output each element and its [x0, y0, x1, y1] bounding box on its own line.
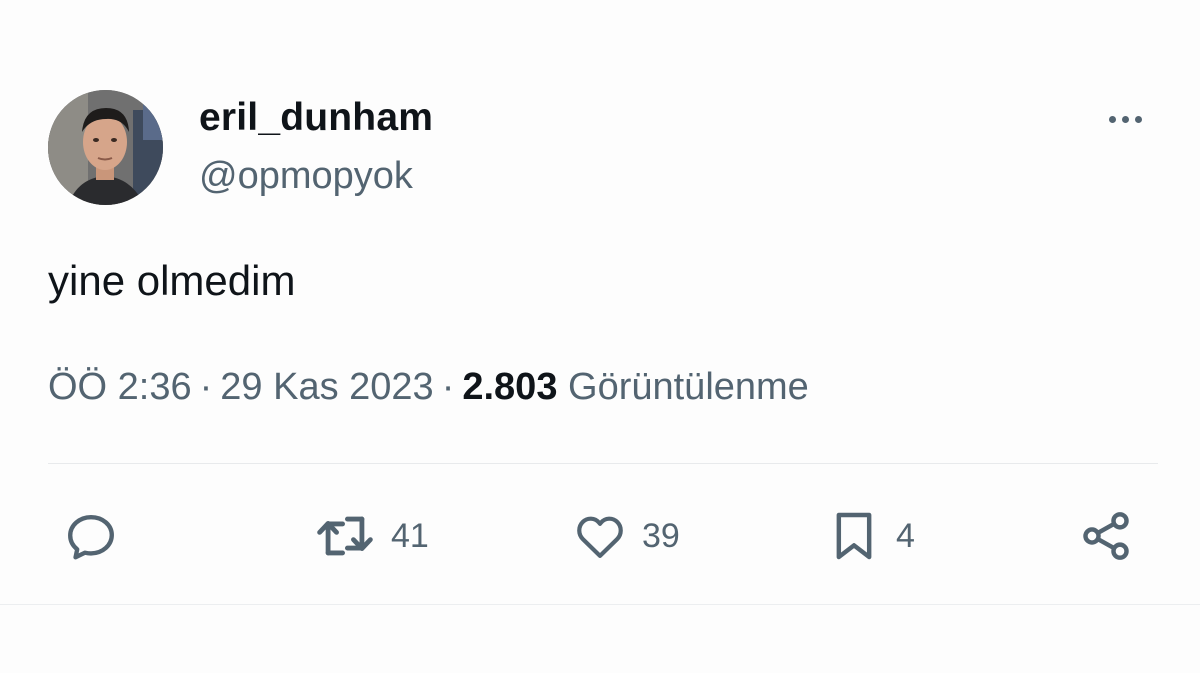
views-label: Görüntülenme [568, 366, 809, 408]
reply-icon [68, 514, 114, 560]
share-icon [1083, 512, 1129, 560]
retweet-count: 41 [391, 516, 429, 555]
tweet-date[interactable]: 29 Kas 2023 [220, 366, 433, 408]
retweet-icon [317, 516, 373, 556]
divider [48, 463, 1158, 464]
bottom-divider [0, 604, 1200, 605]
tweet-card: eril_dunham @opmopyok yine olmedim ÖÖ 2:… [0, 0, 1200, 673]
like-count: 39 [642, 516, 680, 555]
heart-icon [577, 516, 623, 558]
tweet-time[interactable]: ÖÖ 2:36 [48, 366, 192, 408]
more-dot-icon [1121, 115, 1129, 123]
author-display-name[interactable]: eril_dunham [199, 96, 433, 140]
bookmark-button[interactable]: 4 [826, 505, 915, 567]
more-options-button[interactable] [1100, 104, 1150, 134]
bookmark-icon [836, 512, 872, 560]
retweet-button[interactable]: 41 [313, 505, 429, 567]
avatar[interactable] [48, 90, 163, 205]
meta-separator: · [199, 366, 213, 408]
reply-button[interactable] [62, 505, 120, 567]
more-dot-icon [1134, 115, 1142, 123]
views-count: 2.803 [462, 366, 558, 408]
tweet-text: yine olmedim [48, 257, 296, 304]
share-button[interactable] [1078, 505, 1134, 567]
like-button[interactable]: 39 [572, 505, 680, 567]
avatar-image [48, 90, 163, 205]
more-dot-icon [1108, 115, 1116, 123]
tweet-meta: ÖÖ 2:36 · 29 Kas 2023 · 2.803 Görüntülenme [48, 366, 809, 409]
bookmark-count: 4 [896, 516, 915, 555]
meta-separator: · [441, 366, 455, 408]
author-handle[interactable]: @opmopyok [199, 155, 413, 198]
